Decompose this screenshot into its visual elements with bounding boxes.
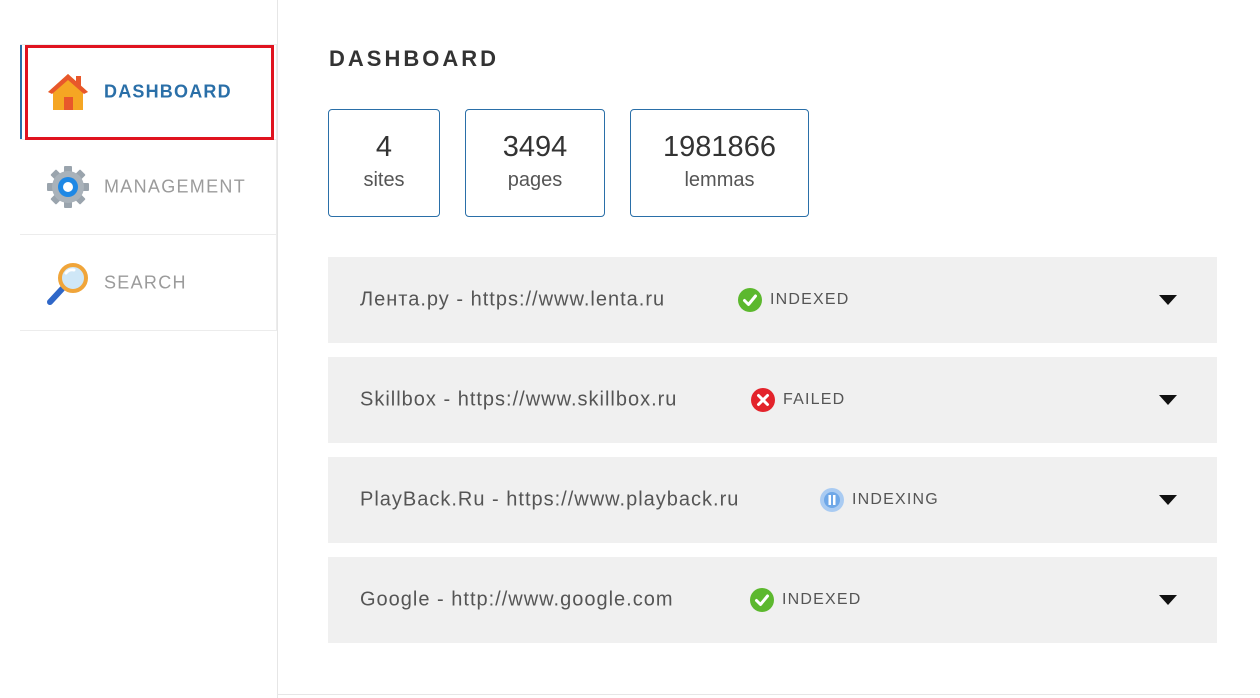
- page-title: DASHBOARD: [329, 46, 499, 71]
- check-icon: [750, 588, 774, 612]
- chevron-down-icon[interactable]: [1159, 395, 1177, 405]
- stat-label: lemmas: [684, 169, 755, 191]
- status-badge: INDEXING: [820, 488, 939, 512]
- status-text: FAILED: [783, 391, 846, 408]
- site-name: PlayBack.Ru - https://www.playback.ru: [360, 488, 740, 511]
- content-bottom-border: [277, 694, 1260, 695]
- error-icon: [751, 388, 775, 412]
- chevron-down-icon[interactable]: [1159, 295, 1177, 305]
- stat-card-pages: 3494 pages: [465, 109, 605, 217]
- status-badge: FAILED: [751, 388, 845, 412]
- sidebar: DASHBOARD MANAGEMENT SEARCH: [20, 44, 277, 331]
- stat-label: sites: [363, 169, 405, 191]
- sidebar-item-label: DASHBOARD: [104, 81, 232, 102]
- site-name: Skillbox - https://www.skillbox.ru: [360, 388, 678, 411]
- status-text: INDEXED: [770, 291, 850, 308]
- site-row[interactable]: Google - http://www.google.com INDEXED: [328, 557, 1217, 643]
- magnifier-icon: [47, 262, 88, 305]
- stat-card-sites: 4 sites: [328, 109, 440, 217]
- status-badge: INDEXED: [738, 288, 850, 312]
- check-icon: [738, 288, 762, 312]
- content-divider: [277, 0, 278, 698]
- chevron-down-icon[interactable]: [1159, 495, 1177, 505]
- sidebar-item-search[interactable]: SEARCH: [20, 235, 276, 330]
- sidebar-item-management[interactable]: MANAGEMENT: [20, 140, 276, 235]
- site-row[interactable]: Skillbox - https://www.skillbox.ru FAILE…: [328, 357, 1217, 443]
- pause-icon: [820, 488, 844, 512]
- status-text: INDEXED: [782, 591, 862, 608]
- site-name: Google - http://www.google.com: [360, 588, 674, 611]
- chevron-down-icon[interactable]: [1159, 595, 1177, 605]
- home-icon: [48, 74, 88, 110]
- stat-value: 4: [375, 131, 393, 163]
- site-name: Лента.ру - https://www.lenta.ru: [360, 288, 666, 311]
- stat-card-lemmas: 1981866 lemmas: [630, 109, 809, 217]
- site-row[interactable]: Лента.ру - https://www.lenta.ru INDEXED: [328, 257, 1217, 343]
- stat-label: pages: [507, 169, 563, 191]
- gear-icon: [47, 166, 89, 208]
- site-row[interactable]: PlayBack.Ru - https://www.playback.ru IN…: [328, 457, 1217, 543]
- status-text: INDEXING: [852, 491, 939, 508]
- status-badge: INDEXED: [750, 588, 862, 612]
- sidebar-item-label: SEARCH: [104, 272, 187, 292]
- stat-value: 1981866: [663, 131, 776, 163]
- stat-value: 3494: [502, 131, 568, 163]
- sidebar-item-label: MANAGEMENT: [104, 176, 247, 197]
- sidebar-item-dashboard[interactable]: DASHBOARD: [20, 45, 276, 140]
